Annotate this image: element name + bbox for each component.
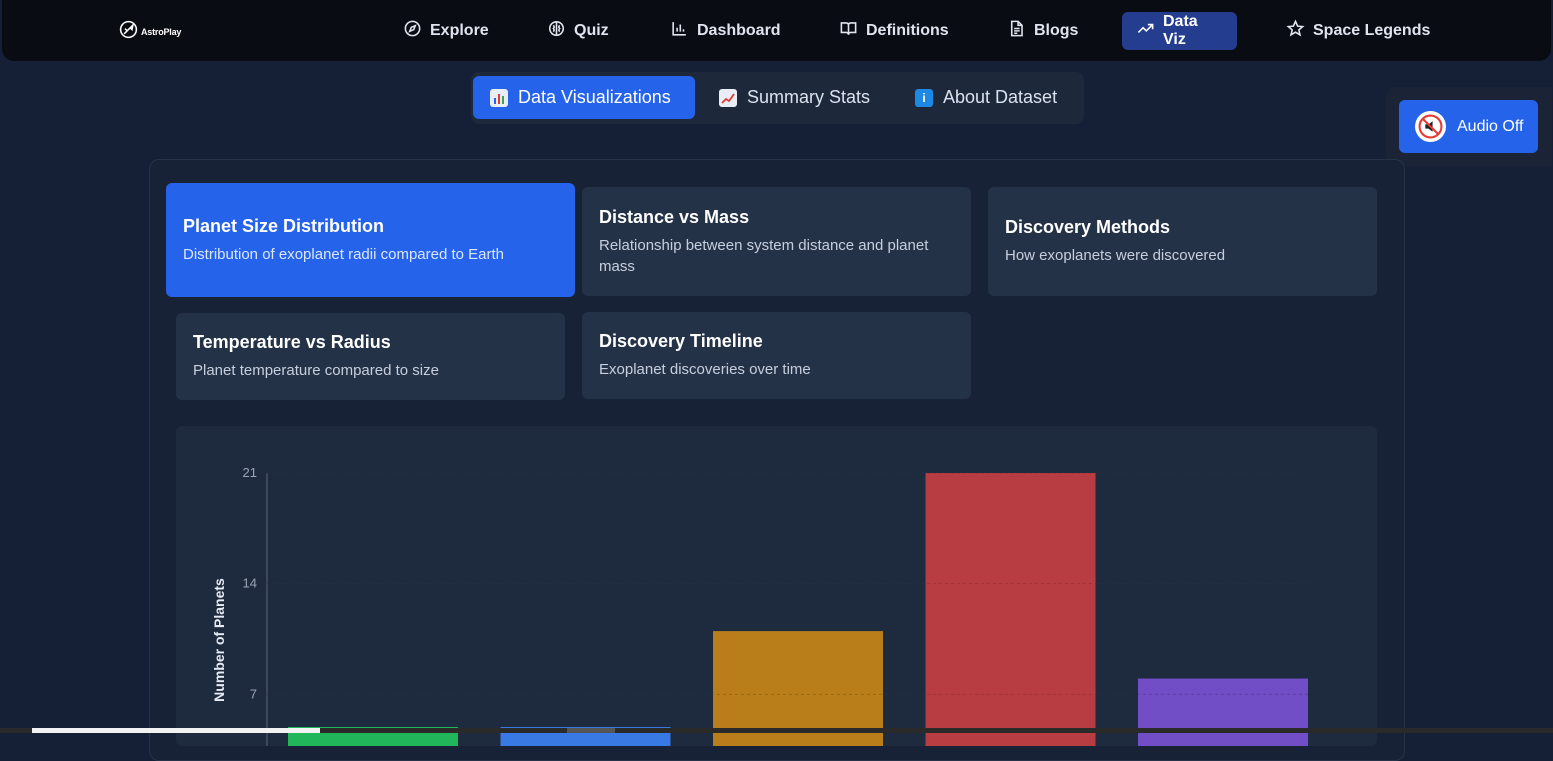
y-axis-label: Number of Planets [211, 578, 227, 702]
document-icon [1007, 19, 1026, 43]
y-tick-label: 21 [243, 465, 257, 480]
brand-logo[interactable]: AstroPlay [118, 19, 181, 45]
tab-label: About Dataset [943, 87, 1058, 107]
tab-data-visualizations[interactable]: Data Visualizations [473, 76, 695, 119]
nav-label: Blogs [1034, 22, 1079, 39]
book-icon [839, 19, 858, 43]
card-description: How exoplanets were discovered [1005, 247, 1226, 264]
nav-quiz[interactable]: Quiz [533, 12, 623, 50]
nav-label: Quiz [574, 22, 609, 39]
card-description: Relationship between system distance and… [599, 236, 929, 275]
nav-label: Space Legends [1313, 22, 1431, 39]
rocket-icon [118, 19, 139, 45]
audio-control: Audio Off [1386, 87, 1552, 166]
y-tick-label: 7 [250, 686, 257, 701]
tab-label: Data Visualizations [518, 87, 671, 107]
nav-space-legends[interactable]: Space Legends [1272, 12, 1444, 50]
card-temperature-vs-radius[interactable]: Temperature vs Radius Planet temperature… [176, 313, 565, 400]
tab-label: Summary Stats [747, 87, 871, 107]
top-navbar: AstroPlay Explore Quiz Dashboard Definit… [2, 0, 1551, 61]
muted-speaker-icon [1415, 111, 1446, 142]
nav-label: Data Viz [1163, 13, 1198, 48]
tab-summary-stats[interactable]: Summary Stats [702, 76, 887, 119]
card-description: Exoplanet discoveries over time [599, 361, 811, 378]
card-distance-vs-mass[interactable]: Distance vs Mass Relationship between sy… [582, 187, 971, 296]
scrollbar-segment [567, 728, 615, 733]
information-icon: i [915, 88, 933, 107]
chart-bar [1138, 678, 1308, 746]
nav-definitions[interactable]: Definitions [825, 12, 963, 50]
audio-label: Audio Off [1457, 117, 1524, 135]
view-tabs: Data Visualizations Summary Stats i Abou… [471, 72, 1084, 124]
bar-chart-emoji-icon [490, 88, 508, 107]
audio-toggle-button[interactable]: Audio Off [1399, 100, 1538, 153]
brain-icon [547, 19, 566, 43]
card-planet-size-distribution[interactable]: Planet Size Distribution Distribution of… [166, 183, 575, 297]
nav-label: Definitions [866, 22, 949, 39]
chart-increasing-emoji-icon [719, 88, 737, 107]
card-title: Discovery Methods [1005, 217, 1171, 237]
nav-explore[interactable]: Explore [389, 12, 503, 50]
nav-dashboard[interactable]: Dashboard [656, 12, 795, 50]
card-description: Distribution of exoplanet radii compared… [183, 245, 505, 263]
card-description: Planet temperature compared to size [193, 362, 439, 379]
card-title: Temperature vs Radius [193, 332, 391, 352]
nav-label: Dashboard [697, 22, 781, 39]
nav-blogs[interactable]: Blogs [993, 12, 1092, 50]
star-icon [1286, 19, 1305, 43]
card-discovery-methods[interactable]: Discovery Methods How exoplanets were di… [988, 187, 1377, 296]
card-discovery-timeline[interactable]: Discovery Timeline Exoplanet discoveries… [582, 312, 971, 399]
trending-up-icon [1136, 19, 1155, 43]
chart-bar [925, 473, 1096, 746]
planet-size-bar-chart: 21 14 7 Number of Planets [211, 465, 1311, 746]
y-tick-label: 14 [243, 576, 257, 591]
nav-label: Explore [430, 22, 489, 39]
bar-chart-icon [670, 19, 689, 43]
card-title: Discovery Timeline [599, 331, 763, 351]
card-title: Distance vs Mass [599, 206, 750, 227]
chart-container: 21 14 7 Number of Planets [176, 426, 1377, 746]
nav-data-viz[interactable]: Data Viz [1122, 12, 1237, 50]
scrollbar-thumb[interactable] [32, 728, 320, 733]
tab-about-dataset[interactable]: i About Dataset [898, 76, 1074, 119]
card-title: Planet Size Distribution [183, 215, 385, 236]
brand-name: AstroPlay [141, 27, 182, 37]
compass-icon [403, 19, 422, 43]
